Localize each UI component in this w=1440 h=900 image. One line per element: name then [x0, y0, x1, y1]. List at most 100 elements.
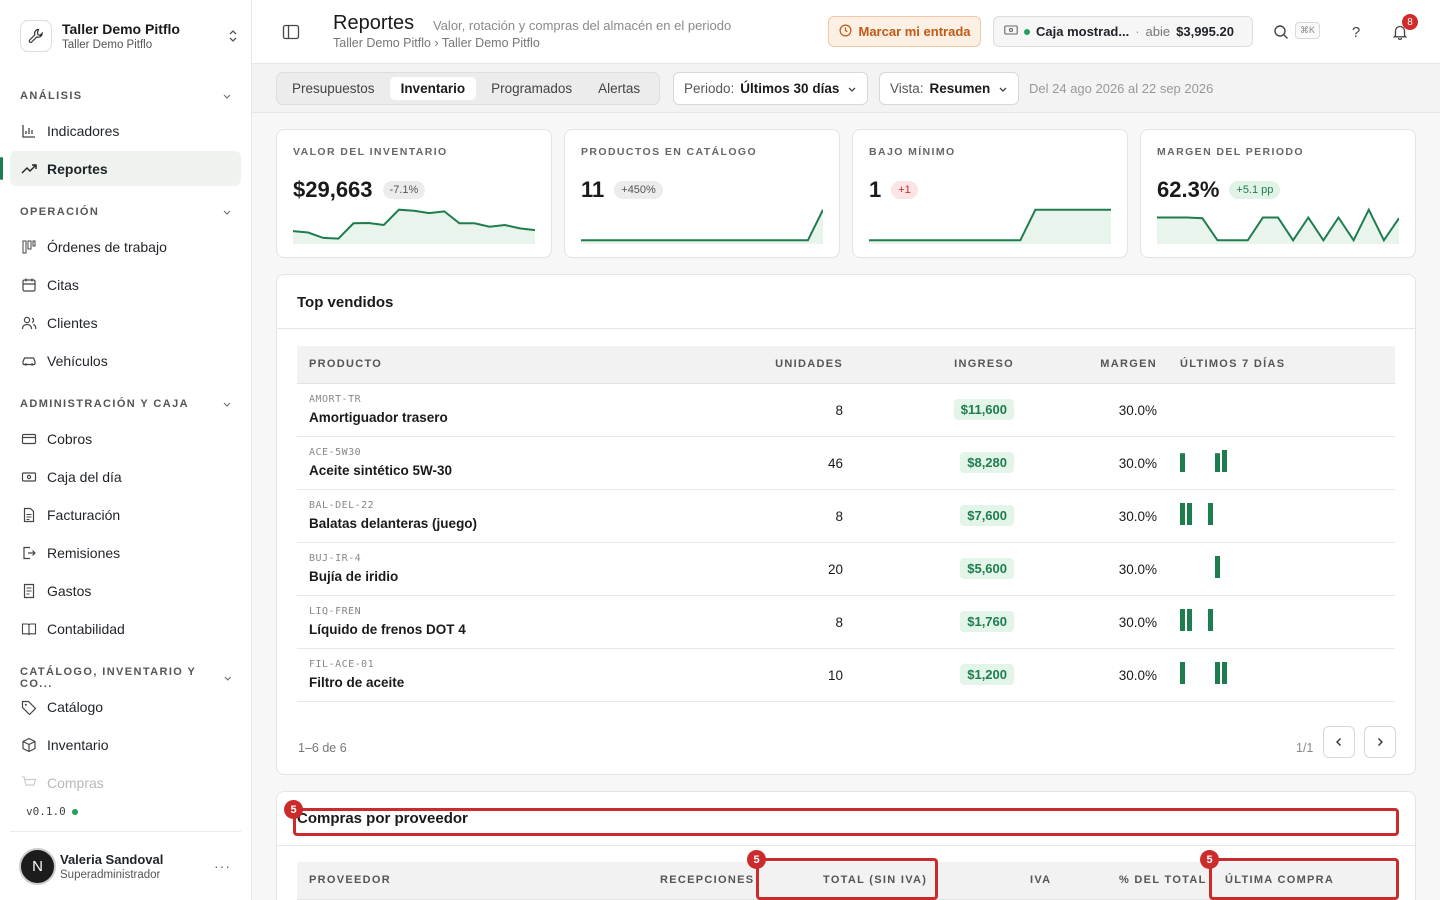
column-header[interactable]: PRODUCTO: [309, 358, 382, 370]
kpi-label: VALOR DEL INVENTARIO: [293, 146, 448, 158]
sidebar-item-contabilidad[interactable]: Contabilidad: [10, 611, 241, 646]
kpi-value: 1 +1: [869, 177, 918, 203]
table-row[interactable]: BAL-DEL-22 Balatas delanteras (juego) 8 $7,…: [297, 490, 1395, 543]
column-header[interactable]: MARGEN: [1100, 358, 1157, 370]
top-sellers-card: Top vendidos PRODUCTO UNIDADES INGRESO M…: [276, 274, 1416, 775]
section-analisis[interactable]: ANÁLISIS: [20, 90, 232, 102]
sidebar-item-catalogo[interactable]: Catálogo: [10, 689, 241, 724]
chevron-right-icon: [1378, 738, 1383, 746]
section-operacion[interactable]: OPERACIÓN: [20, 206, 232, 218]
kpi-card[interactable]: BAJO MÍNIMO 1 +1: [852, 129, 1128, 258]
kpi-value: 11 +450%: [581, 177, 663, 203]
more-icon[interactable]: ···: [214, 858, 231, 874]
sidebar-toggle-icon[interactable]: [282, 23, 300, 41]
sidebar-item-caja[interactable]: Caja del día: [10, 459, 241, 494]
units-cell: 8: [835, 615, 843, 630]
breadcrumb[interactable]: Taller Demo Pitflo › Taller Demo Pitflo: [333, 36, 540, 50]
period-select[interactable]: Periodo: Últimos 30 días: [673, 72, 869, 105]
tab-inventario[interactable]: Inventario: [389, 77, 477, 100]
mini-bar-chart: [1180, 503, 1213, 525]
bar-chart-icon: [20, 122, 37, 139]
sidebar-item-ordenes[interactable]: Órdenes de trabajo: [10, 229, 241, 264]
sidebar-item-indicadores[interactable]: Indicadores: [10, 113, 241, 148]
sparkline-area: [581, 209, 823, 244]
clock-in-button[interactable]: Marcar mi entrada: [828, 16, 981, 47]
section-administracion[interactable]: ADMINISTRACIÓN Y CAJA: [20, 398, 232, 410]
filter-toolbar: Presupuestos Inventario Programados Aler…: [252, 64, 1440, 113]
table-row[interactable]: FIL-ACE-01 Filtro de aceite 10 $1,200 30.0%: [297, 649, 1395, 702]
sidebar-item-inventario[interactable]: Inventario: [10, 727, 241, 762]
cash-icon: [20, 468, 37, 485]
tab-presupuestos[interactable]: Presupuestos: [281, 77, 386, 100]
divider: [277, 845, 1415, 846]
table-header: PRODUCTO UNIDADES INGRESO MARGEN ÚLTIMOS…: [297, 346, 1395, 384]
help-icon[interactable]: ?: [1347, 23, 1365, 41]
product-name: Bujía de iridio: [309, 569, 399, 584]
prev-page-button[interactable]: [1323, 726, 1355, 758]
table-row[interactable]: AMORT-TR Amortiguador trasero 8 $11,600 30.0…: [297, 384, 1395, 437]
sidebar-item-citas[interactable]: Citas: [10, 267, 241, 302]
status-dot: [71, 808, 78, 815]
cash-icon: [1004, 24, 1018, 39]
box-icon: [20, 736, 37, 753]
section-catalogo[interactable]: CATÁLOGO, INVENTARIO Y CO...: [20, 666, 232, 690]
day-bar: [1222, 662, 1227, 684]
table-row[interactable]: BUJ-IR-4 Bujía de iridio 20 $5,600 30.0%: [297, 543, 1395, 596]
sidebar-item-vehiculos[interactable]: Vehículos: [10, 343, 241, 378]
receipt-icon: [20, 582, 37, 599]
income-badge: $1,760: [960, 611, 1014, 632]
user-menu[interactable]: N Valeria Sandoval Superadministrador ··…: [10, 831, 241, 900]
sidebar-item-facturacion[interactable]: Facturación: [10, 497, 241, 532]
card-icon: [20, 430, 37, 447]
tab-programados[interactable]: Programados: [480, 77, 583, 100]
sparkline: [581, 209, 823, 244]
kpi-delta-badge: +450%: [614, 181, 663, 199]
sidebar-item-clientes[interactable]: Clientes: [10, 305, 241, 340]
page-count: 1/1: [1296, 741, 1314, 755]
column-header[interactable]: ÚLTIMOS 7 DÍAS: [1180, 358, 1285, 370]
view-select[interactable]: Vista: Resumen: [879, 72, 1020, 105]
product-sku: AMORT-TR: [309, 394, 362, 405]
search-icon[interactable]: [1272, 23, 1290, 41]
trend-icon: [20, 160, 37, 177]
cart-icon: [20, 774, 37, 791]
sidebar-item-cobros[interactable]: Cobros: [10, 421, 241, 456]
sidebar-item-gastos[interactable]: Gastos: [10, 573, 241, 608]
sidebar-item-reportes[interactable]: Reportes: [0, 151, 241, 186]
units-cell: 20: [827, 562, 843, 577]
shortcut-hint: ⌘K: [1295, 22, 1321, 39]
column-header[interactable]: UNIDADES: [775, 358, 843, 370]
tab-alertas[interactable]: Alertas: [587, 77, 651, 100]
table-row[interactable]: LIQ-FREN Líquido de frenos DOT 4 8 $1,760 30…: [297, 596, 1395, 649]
kpi-card[interactable]: MARGEN DEL PERIODO 62.3% +5.1 pp: [1140, 129, 1416, 258]
column-header[interactable]: RECEPCIONES: [660, 874, 754, 886]
day-bar: [1180, 609, 1185, 631]
kpi-card[interactable]: VALOR DEL INVENTARIO $29,663 -7.1%: [276, 129, 552, 258]
kpi-label: MARGEN DEL PERIODO: [1157, 146, 1304, 158]
cash-register-selector[interactable]: Caja mostrad... · abie $3,995.20: [993, 16, 1253, 47]
table-row[interactable]: ACE-5W30 Aceite sintético 5W-30 46 $8,280 30…: [297, 437, 1395, 490]
kpi-value: 62.3% +5.1 pp: [1157, 177, 1281, 203]
column-header[interactable]: INGRESO: [954, 358, 1014, 370]
kpi-card[interactable]: PRODUCTOS EN CATÁLOGO 11 +450%: [564, 129, 840, 258]
column-header[interactable]: % DEL TOTAL: [1119, 874, 1207, 886]
date-range: Del 24 ago 2026 al 22 sep 2026: [1029, 81, 1214, 96]
chevron-updown-icon: [229, 30, 237, 42]
org-switcher[interactable]: Taller Demo Pitflo Taller Demo Pitflo: [20, 18, 240, 54]
column-header[interactable]: IVA: [1030, 874, 1051, 886]
notification-count: 8: [1402, 14, 1418, 30]
avatar: N: [19, 847, 56, 885]
mini-bar-chart: [1179, 396, 1259, 422]
chevron-left-icon: [1336, 738, 1341, 746]
next-page-button[interactable]: [1364, 726, 1396, 758]
day-bar: [1215, 453, 1220, 472]
mini-bar-chart: [1180, 662, 1227, 684]
invoice-icon: [20, 506, 37, 523]
sidebar-item-remisiones[interactable]: Remisiones: [10, 535, 241, 570]
sidebar-item-compras[interactable]: Compras: [10, 765, 241, 800]
column-header[interactable]: PROVEEDOR: [309, 874, 391, 886]
kpi-delta-badge: -7.1%: [382, 181, 426, 199]
top-header: Reportes Valor, rotación y compras del a…: [252, 0, 1440, 64]
margin-cell: 30.0%: [1118, 509, 1157, 524]
chevron-down-icon: [223, 210, 231, 215]
